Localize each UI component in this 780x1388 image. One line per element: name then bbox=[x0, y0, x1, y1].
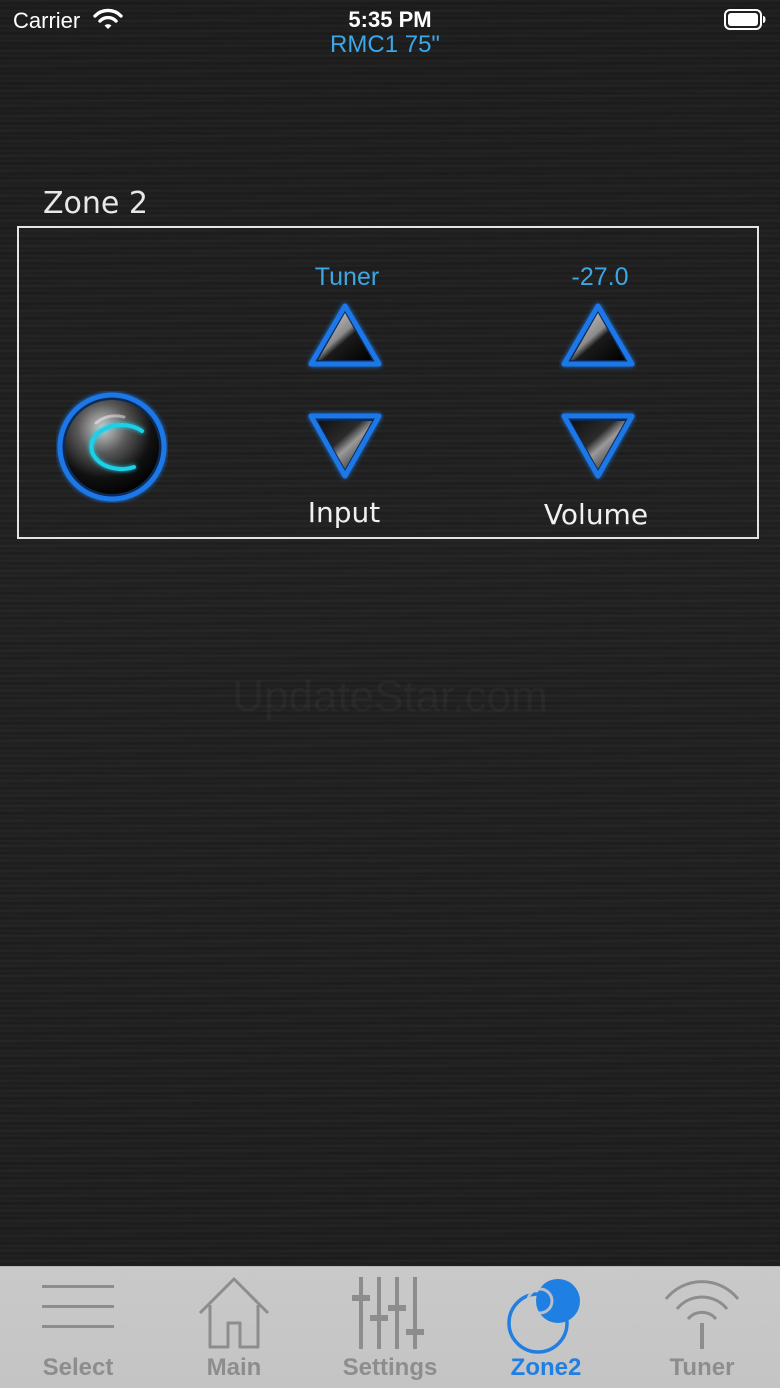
input-value: Tuner bbox=[314, 263, 380, 291]
tab-zone2[interactable]: Zone2 bbox=[468, 1267, 624, 1388]
zone-circles-icon bbox=[504, 1275, 588, 1360]
tab-bar: Select Main Settings Zone2 Tuner bbox=[0, 1266, 780, 1388]
home-icon bbox=[196, 1275, 272, 1356]
volume-label: Volume bbox=[543, 498, 649, 531]
input-down-button[interactable] bbox=[306, 410, 384, 482]
watermark: UpdateStar.com bbox=[0, 672, 780, 722]
volume-up-button[interactable] bbox=[559, 300, 637, 372]
input-label: Input bbox=[307, 496, 381, 529]
volume-value: -27.0 bbox=[571, 263, 629, 291]
zone-power-button[interactable] bbox=[56, 391, 168, 503]
device-name: RMC1 75" bbox=[330, 31, 440, 58]
triangle-down-icon bbox=[561, 413, 635, 479]
tab-tuner[interactable]: Tuner bbox=[624, 1267, 780, 1388]
tab-select[interactable]: Select bbox=[0, 1267, 156, 1388]
triangle-up-icon bbox=[561, 303, 635, 367]
menu-lines-icon bbox=[40, 1275, 116, 1346]
triangle-down-icon bbox=[308, 413, 382, 479]
status-time: 5:35 PM bbox=[348, 7, 432, 32]
tab-settings[interactable]: Settings bbox=[312, 1267, 468, 1388]
tab-label: Zone2 bbox=[510, 1354, 582, 1381]
radio-signal-icon bbox=[662, 1275, 742, 1356]
volume-down-button[interactable] bbox=[559, 410, 637, 482]
tab-label: Tuner bbox=[669, 1354, 735, 1381]
zone-title: Zone 2 bbox=[43, 186, 148, 221]
tab-label: Main bbox=[206, 1354, 262, 1381]
power-button-icon bbox=[57, 392, 167, 502]
tab-label: Select bbox=[42, 1354, 114, 1381]
tab-main[interactable]: Main bbox=[156, 1267, 312, 1388]
sliders-icon bbox=[350, 1275, 430, 1356]
triangle-up-icon bbox=[308, 303, 382, 367]
tab-label: Settings bbox=[342, 1354, 438, 1381]
input-up-button[interactable] bbox=[306, 300, 384, 372]
